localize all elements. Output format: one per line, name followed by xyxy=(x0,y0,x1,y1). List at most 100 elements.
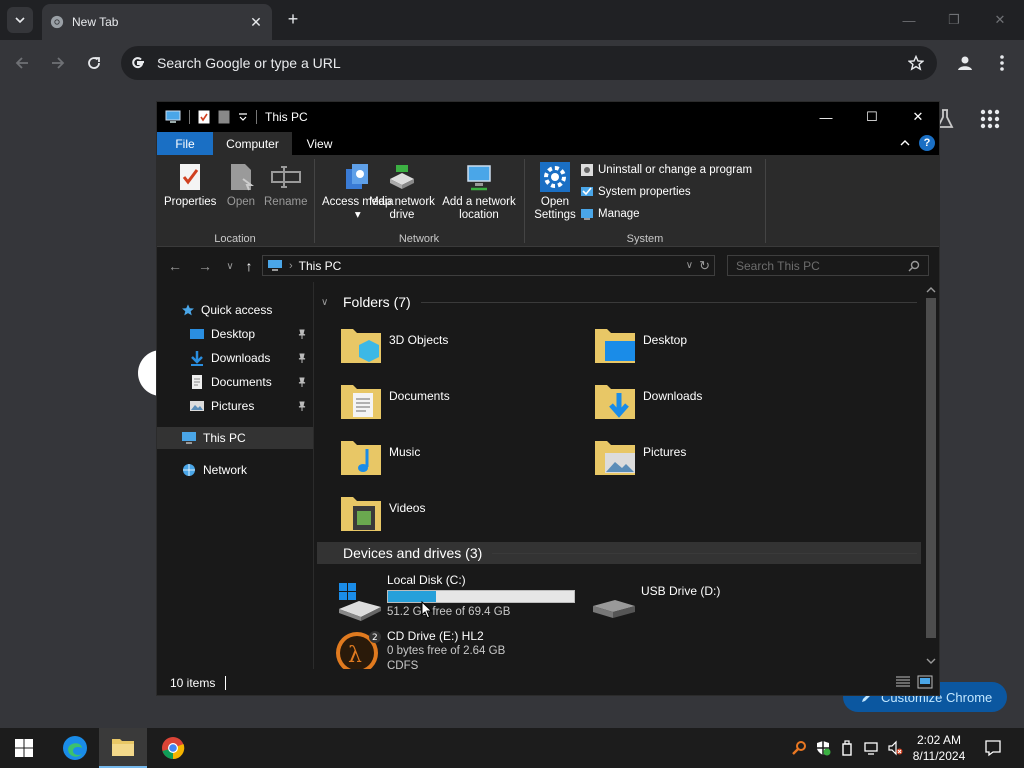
chrome-menu-button[interactable] xyxy=(991,52,1013,74)
tab-strip: New Tab ✕ + — ❐ ✕ xyxy=(0,0,1024,40)
uninstall-program-button[interactable]: Uninstall or change a program xyxy=(580,163,752,177)
restore-button[interactable]: ❐ xyxy=(940,8,968,32)
nav-network[interactable]: Network xyxy=(157,459,313,481)
edge-icon xyxy=(63,736,87,760)
folder-downloads[interactable]: Downloads xyxy=(593,379,702,423)
notifications-icon[interactable] xyxy=(984,739,1002,757)
tab-new-tab[interactable]: New Tab ✕ xyxy=(42,4,272,40)
recent-locations-button[interactable]: ∨ xyxy=(221,257,239,275)
svg-text:λ: λ xyxy=(348,643,362,668)
folder-music[interactable]: Music xyxy=(339,435,420,479)
large-icons-view-icon[interactable] xyxy=(917,675,933,689)
search-box[interactable]: Search This PC xyxy=(727,255,929,276)
explorer-title-bar: This PC — ☐ ✕ xyxy=(157,102,939,132)
forward-button[interactable] xyxy=(47,52,69,74)
rename-button[interactable]: Rename xyxy=(264,161,307,209)
tab-close-button[interactable]: ✕ xyxy=(246,12,266,32)
tab-view[interactable]: View xyxy=(292,132,347,155)
drive-e-free: 0 bytes free of 2.64 GB xyxy=(387,645,506,657)
nav-downloads[interactable]: Downloads xyxy=(157,347,313,369)
back-button[interactable] xyxy=(11,52,33,74)
security-shield-icon[interactable] xyxy=(815,740,831,756)
scroll-up-arrow-icon[interactable] xyxy=(923,284,939,296)
open-button[interactable]: Open xyxy=(225,161,257,209)
downloads-folder-icon xyxy=(595,385,635,419)
explorer-forward-button[interactable]: → xyxy=(196,257,214,275)
properties-checkmark-icon[interactable] xyxy=(198,110,210,124)
omnibox[interactable]: Search Google or type a URL xyxy=(121,46,937,80)
nav-pictures[interactable]: Pictures xyxy=(157,395,313,417)
details-view-icon[interactable] xyxy=(895,675,911,689)
map-network-drive-button[interactable]: Map network drive xyxy=(366,161,438,222)
profile-button[interactable] xyxy=(954,52,976,74)
folder-desktop[interactable]: Desktop xyxy=(593,323,687,367)
nav-quick-access[interactable]: Quick access xyxy=(157,299,313,321)
folder-documents[interactable]: Documents xyxy=(339,379,450,423)
usb-tray-icon[interactable] xyxy=(839,740,855,756)
network-tray-icon[interactable] xyxy=(863,740,879,756)
taskbar-clock[interactable]: 2:02 AM 8/11/2024 xyxy=(904,732,974,764)
explorer-back-button[interactable]: ← xyxy=(166,257,184,275)
properties-icon xyxy=(180,164,201,190)
drive-c-usage-bar xyxy=(387,590,575,603)
nav-quick-access-label: Quick access xyxy=(201,303,273,317)
drive-c-free: 51.2 GB free of 69.4 GB xyxy=(387,606,511,618)
bookmark-star-button[interactable] xyxy=(905,52,927,74)
refresh-icon[interactable]: ↻ xyxy=(699,258,710,274)
scroll-down-arrow-icon[interactable] xyxy=(923,655,939,667)
taskbar-edge[interactable] xyxy=(51,728,99,768)
tab-title: New Tab xyxy=(72,15,119,29)
close-window-button[interactable]: ✕ xyxy=(986,8,1014,32)
scrollbar-thumb[interactable] xyxy=(926,298,936,638)
add-network-location-button[interactable]: Add a network location xyxy=(439,161,519,222)
folders-group-header[interactable]: ∨ Folders (7) xyxy=(317,291,921,313)
manage-button[interactable]: Manage xyxy=(580,207,640,221)
drive-d[interactable]: USB Drive (D:) xyxy=(589,584,720,632)
nav-network-label: Network xyxy=(203,463,248,477)
start-button[interactable] xyxy=(0,728,48,768)
minimize-button[interactable]: — xyxy=(895,8,923,32)
reload-button[interactable] xyxy=(83,52,105,74)
tab-search-button[interactable] xyxy=(7,7,33,33)
nav-desktop[interactable]: Desktop xyxy=(157,323,313,345)
folder-3d-objects[interactable]: 3D Objects xyxy=(339,323,448,367)
address-bar[interactable]: › This PC ∨ ↻ xyxy=(262,255,715,276)
properties-button[interactable]: Properties xyxy=(164,161,216,209)
taskbar-chrome[interactable] xyxy=(149,728,197,768)
collapse-ribbon-icon[interactable] xyxy=(899,138,911,148)
explorer-maximize-button[interactable]: ☐ xyxy=(849,102,895,132)
explorer-close-button[interactable]: ✕ xyxy=(895,102,939,132)
chevron-down-icon: ∨ xyxy=(321,296,329,308)
new-folder-icon[interactable] xyxy=(218,110,230,124)
location-group-label: Location xyxy=(214,233,256,245)
taskbar-file-explorer[interactable] xyxy=(99,728,147,768)
tab-file[interactable]: File xyxy=(157,132,213,155)
nav-this-pc[interactable]: This PC xyxy=(157,427,313,449)
devices-group-header[interactable]: Devices and drives (3) xyxy=(317,542,921,564)
explorer-minimize-button[interactable]: — xyxy=(803,102,849,132)
search-tray-icon[interactable] xyxy=(791,740,807,756)
this-pc-icon xyxy=(165,110,181,123)
folder-label: Documents xyxy=(389,389,450,403)
google-apps-icon[interactable] xyxy=(979,108,1001,130)
reload-icon xyxy=(88,57,100,69)
desktop-folder-icon xyxy=(595,329,635,363)
desktop-folder-icon xyxy=(190,329,204,339)
system-properties-button[interactable]: System properties xyxy=(580,185,691,199)
new-tab-button[interactable]: + xyxy=(282,8,304,30)
network-group-label: Network xyxy=(398,233,440,245)
drive-e-name: CD Drive (E:) HL2 xyxy=(387,629,484,643)
open-settings-button[interactable]: Open Settings xyxy=(532,161,578,222)
address-dropdown-icon[interactable]: ∨ xyxy=(686,260,693,271)
help-button[interactable]: ? xyxy=(919,135,935,151)
nav-documents[interactable]: Documents xyxy=(157,371,313,393)
folder-videos[interactable]: Videos xyxy=(339,491,425,535)
content-vertical-scrollbar[interactable] xyxy=(923,282,939,669)
folder-pictures[interactable]: Pictures xyxy=(593,435,686,479)
tab-computer[interactable]: Computer xyxy=(213,132,292,155)
volume-muted-icon[interactable] xyxy=(887,740,903,756)
customize-qat-icon[interactable] xyxy=(238,112,248,122)
up-button[interactable]: ↑ xyxy=(240,257,258,275)
rename-label: Rename xyxy=(264,196,308,208)
drive-c[interactable]: Local Disk (C:) 51.2 GB free of 69.4 GB xyxy=(335,573,575,621)
